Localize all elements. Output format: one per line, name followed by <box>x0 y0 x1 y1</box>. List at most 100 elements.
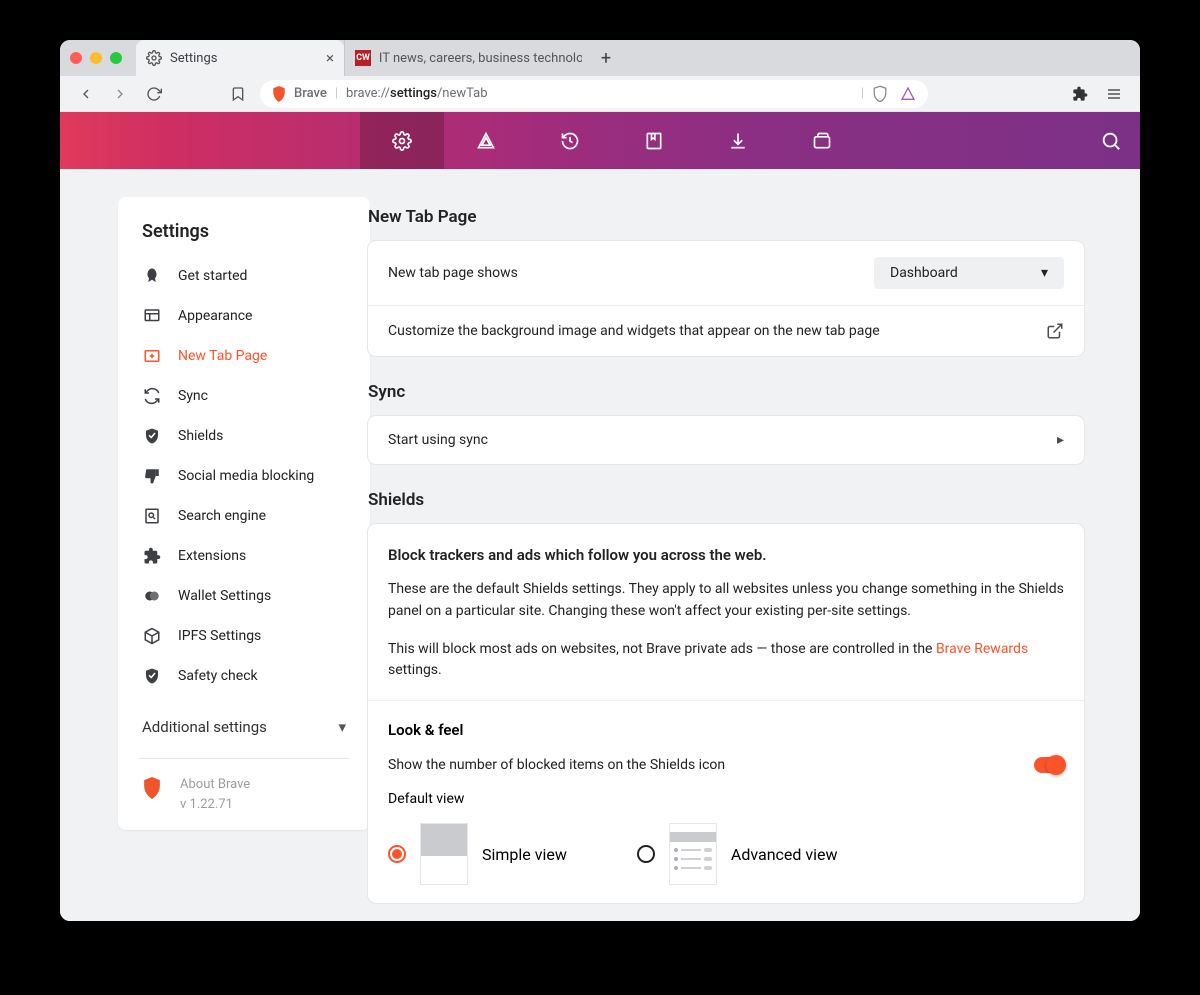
thumb-advanced-icon <box>669 823 717 885</box>
appbar-search-icon[interactable] <box>1100 112 1122 169</box>
window-controls <box>70 52 122 64</box>
sidebar-item-get-started[interactable]: Get started <box>138 256 350 296</box>
layout-icon <box>142 306 162 326</box>
about-label: About Brave <box>180 775 250 795</box>
panel-shields: Block trackers and ads which follow you … <box>368 524 1084 903</box>
rocket-icon <box>142 266 162 286</box>
content-area: Settings Get started Appearance New Tab … <box>60 169 1140 921</box>
cube-icon <box>142 626 162 646</box>
sidebar-item-label: IPFS Settings <box>178 628 261 644</box>
sidebar-item-label: Wallet Settings <box>178 588 271 604</box>
row-label: Customize the background image and widge… <box>388 323 880 339</box>
additional-settings-toggle[interactable]: Additional settings ▾ <box>138 718 350 736</box>
sidebar-item-extensions[interactable]: Extensions <box>138 536 350 576</box>
browser-window: Settings × CW IT news, careers, business… <box>60 40 1140 921</box>
nav-toolbar: Brave | brave://settings/newTab | <box>60 76 1140 112</box>
search-page-icon <box>142 506 162 526</box>
sidebar-title: Settings <box>138 221 350 242</box>
settings-sidebar: Settings Get started Appearance New Tab … <box>60 169 340 921</box>
newtab-shows-select[interactable]: Dashboard ▾ <box>874 257 1064 289</box>
tab-strip: Settings × CW IT news, careers, business… <box>60 40 1140 76</box>
extensions-button[interactable] <box>1068 82 1092 106</box>
sidebar-item-label: Get started <box>178 268 247 284</box>
sidebar-item-appearance[interactable]: Appearance <box>138 296 350 336</box>
sidebar-item-label: New Tab Page <box>178 348 267 364</box>
sidebar-item-ipfs[interactable]: IPFS Settings <box>138 616 350 656</box>
newtab-icon <box>142 346 162 366</box>
toggle-label: Show the number of blocked items on the … <box>388 757 725 773</box>
appbar-history-icon[interactable] <box>528 112 612 169</box>
shields-description: Block trackers and ads which follow you … <box>368 524 1084 701</box>
row-show-blocked-count: Show the number of blocked items on the … <box>368 745 1084 791</box>
brave-logo-icon <box>142 777 162 797</box>
thumb-simple-icon <box>420 823 468 885</box>
sidebar-item-label: Sync <box>178 388 208 404</box>
section-title-shields: Shields <box>368 490 1084 510</box>
shield-icon <box>142 426 162 446</box>
radio-advanced[interactable] <box>637 845 655 863</box>
sidebar-item-new-tab-page[interactable]: New Tab Page <box>138 336 350 376</box>
row-newtab-shows: New tab page shows Dashboard ▾ <box>368 241 1084 306</box>
view-label-simple: Simple view <box>482 845 567 864</box>
sidebar-item-label: Extensions <box>178 548 246 564</box>
puzzle-icon <box>142 546 162 566</box>
rewards-icon[interactable] <box>900 86 916 102</box>
show-blocked-count-toggle[interactable] <box>1034 757 1064 773</box>
sidebar-item-safety-check[interactable]: Safety check <box>138 656 350 696</box>
sidebar-item-sync[interactable]: Sync <box>138 376 350 416</box>
new-tab-button[interactable]: + <box>592 44 620 72</box>
settings-main: New Tab Page New tab page shows Dashboar… <box>340 169 1140 921</box>
close-icon[interactable]: × <box>326 49 334 67</box>
default-view-label: Default view <box>368 791 1084 817</box>
address-brand: Brave <box>294 86 327 101</box>
window-zoom[interactable] <box>110 52 122 64</box>
window-close[interactable] <box>70 52 82 64</box>
tab-settings[interactable]: Settings × <box>136 40 344 76</box>
reload-button[interactable] <box>142 82 166 106</box>
settings-app-bar <box>60 112 1140 169</box>
about-brave[interactable]: About Brave v 1.22.71 <box>138 775 350 814</box>
shields-status-icon[interactable] <box>872 85 888 103</box>
view-option-advanced[interactable]: Advanced view <box>637 823 838 885</box>
window-minimize[interactable] <box>90 52 102 64</box>
chevron-right-icon: ▸ <box>1057 432 1064 448</box>
sync-icon <box>142 386 162 406</box>
sidebar-item-social-blocking[interactable]: Social media blocking <box>138 456 350 496</box>
sidebar-item-label: Safety check <box>178 668 258 684</box>
open-external-icon <box>1046 322 1064 340</box>
address-bar[interactable]: Brave | brave://settings/newTab | <box>260 80 928 108</box>
wallet-icon <box>142 586 162 606</box>
chevron-down-icon: ▾ <box>1041 265 1048 281</box>
forward-button[interactable] <box>108 82 132 106</box>
appbar-rewards-icon[interactable] <box>444 112 528 169</box>
appbar-settings-icon[interactable] <box>360 112 444 169</box>
sidebar-item-wallet[interactable]: Wallet Settings <box>138 576 350 616</box>
tab-itnews[interactable]: CW IT news, careers, business technolo <box>344 40 592 76</box>
radio-simple[interactable] <box>388 845 406 863</box>
appbar-bookmarks-icon[interactable] <box>612 112 696 169</box>
row-customize-newtab[interactable]: Customize the background image and widge… <box>368 306 1084 356</box>
shields-body1: These are the default Shields settings. … <box>388 579 1064 622</box>
shields-heading: Block trackers and ads which follow you … <box>388 544 1064 567</box>
appbar-downloads-icon[interactable] <box>696 112 780 169</box>
tab-label: Settings <box>170 51 217 66</box>
section-title-newtab: New Tab Page <box>368 207 1084 227</box>
shield-check-icon <box>142 666 162 686</box>
sidebar-item-shields[interactable]: Shields <box>138 416 350 456</box>
cw-favicon-icon: CW <box>355 50 371 66</box>
section-title-sync: Sync <box>368 382 1084 402</box>
row-label: New tab page shows <box>388 265 518 281</box>
appbar-wallet-icon[interactable] <box>780 112 864 169</box>
view-option-simple[interactable]: Simple view <box>388 823 567 885</box>
sidebar-divider <box>138 758 350 759</box>
bookmark-button[interactable] <box>226 82 250 106</box>
shields-body2: This will block most ads on websites, no… <box>388 639 1064 682</box>
back-button[interactable] <box>74 82 98 106</box>
panel-newtab: New tab page shows Dashboard ▾ Customize… <box>368 241 1084 356</box>
sidebar-item-label: Shields <box>178 428 223 444</box>
row-start-sync[interactable]: Start using sync ▸ <box>368 416 1084 464</box>
brave-rewards-link[interactable]: Brave Rewards <box>936 641 1028 657</box>
sidebar-item-label: Social media blocking <box>178 468 314 484</box>
sidebar-item-search-engine[interactable]: Search engine <box>138 496 350 536</box>
app-menu-button[interactable] <box>1102 82 1126 106</box>
